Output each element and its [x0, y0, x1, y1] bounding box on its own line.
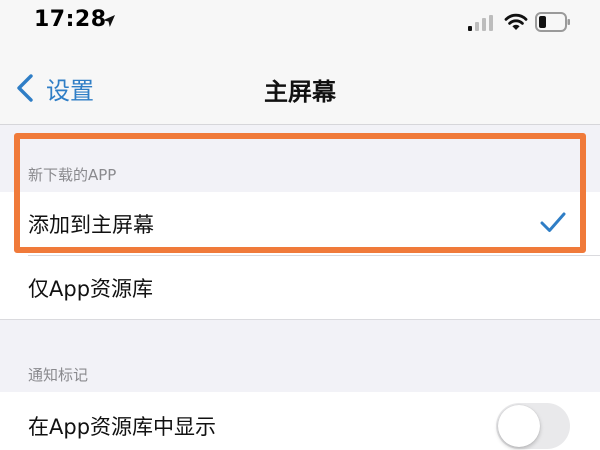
navigation-bar: 设置 主屏幕 — [0, 50, 600, 125]
status-bar: 17:28 — [0, 0, 600, 50]
battery-low-icon — [535, 12, 570, 32]
toggle-knob — [498, 405, 540, 447]
option-app-library-only[interactable]: 仅App资源库 — [0, 256, 600, 320]
section-header-label: 通知标记 — [28, 366, 89, 384]
section-header-new-downloads: 新下载的APP — [0, 126, 600, 192]
status-time: 17:28 — [34, 7, 107, 32]
section-header-notification-badges: 通知标记 — [0, 320, 600, 392]
location-arrow-icon — [103, 15, 115, 27]
option-label: 添加到主屏幕 — [28, 213, 154, 237]
cellular-signal-icon — [468, 15, 493, 31]
checkmark-icon — [540, 212, 566, 232]
show-in-app-library-toggle[interactable] — [496, 403, 570, 449]
section-header-label: 新下载的APP — [28, 166, 117, 184]
wifi-icon — [504, 13, 528, 30]
row-show-in-app-library: 在App资源库中显示 — [0, 392, 600, 450]
option-label: 仅App资源库 — [28, 277, 154, 301]
row-label: 在App资源库中显示 — [28, 415, 217, 439]
option-add-to-home-screen[interactable]: 添加到主屏幕 — [0, 192, 600, 256]
page-title: 主屏幕 — [264, 78, 336, 106]
home-screen-settings-page: 17:28 设置 主屏幕 新下载的APP 添加到主屏幕 仅App资源库 通知标记… — [0, 0, 600, 450]
